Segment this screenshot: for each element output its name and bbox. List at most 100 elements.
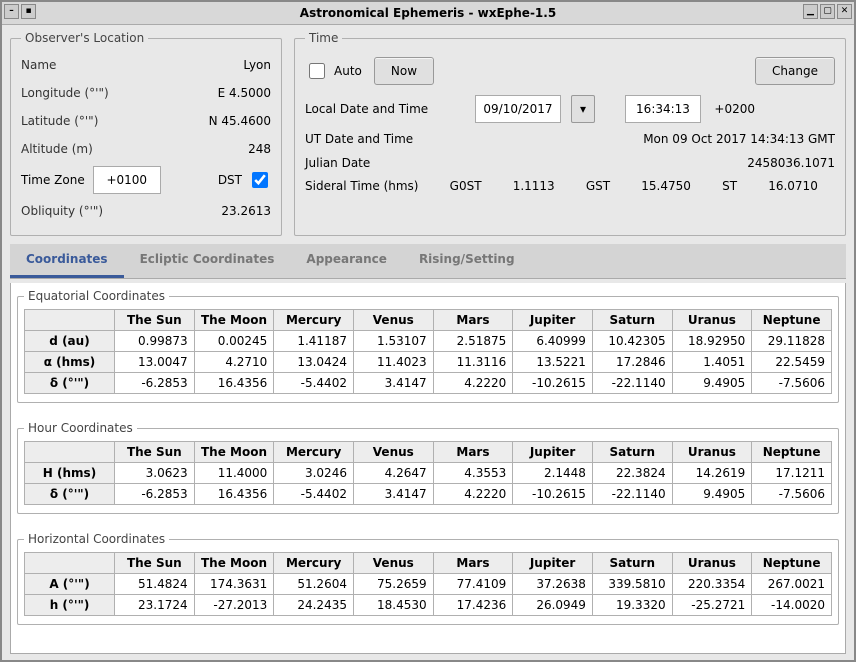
table-header: Uranus <box>672 553 752 574</box>
table-cell: 4.2220 <box>433 484 513 505</box>
tab-coordinates[interactable]: Coordinates <box>10 244 124 278</box>
table-cell: 4.2220 <box>433 373 513 394</box>
maximize-icon[interactable]: ▢ <box>820 4 835 19</box>
table-cell: 14.2619 <box>672 463 752 484</box>
row-header: δ (°'") <box>25 373 115 394</box>
tabs-header: Coordinates Ecliptic Coordinates Appeara… <box>10 244 846 279</box>
julian-date-label: Julian Date <box>305 156 370 170</box>
table-header: Venus <box>353 442 433 463</box>
table-cell: 19.3320 <box>592 595 672 616</box>
table-cell: 1.53107 <box>353 331 433 352</box>
table-row: A (°'")51.4824174.363151.260475.265977.4… <box>25 574 832 595</box>
table-cell: 16.4356 <box>194 484 274 505</box>
ut-datetime-label: UT Date and Time <box>305 132 413 146</box>
st-label: ST <box>722 179 754 193</box>
table-cell: -22.1140 <box>592 484 672 505</box>
table-cell: 11.4023 <box>353 352 433 373</box>
minimize-icon[interactable]: ▁ <box>803 4 818 19</box>
table-row: δ (°'")-6.285316.4356-5.44023.41474.2220… <box>25 484 832 505</box>
table-header: The Moon <box>194 442 274 463</box>
now-button[interactable]: Now <box>374 57 434 85</box>
longitude-label: Longitude (°'") <box>21 86 109 100</box>
table-header: The Moon <box>194 310 274 331</box>
name-label: Name <box>21 58 56 72</box>
table-header: Saturn <box>592 553 672 574</box>
table-cell: -10.2615 <box>513 373 593 394</box>
table-header: The Sun <box>115 442 195 463</box>
table-cell: 75.2659 <box>353 574 433 595</box>
table-header: The Sun <box>115 310 195 331</box>
table-cell: 1.4051 <box>672 352 752 373</box>
table-cell: 16.4356 <box>194 373 274 394</box>
table-row: α (hms)13.00474.271013.042411.402311.311… <box>25 352 832 373</box>
table-header: Jupiter <box>513 442 593 463</box>
tab-appearance[interactable]: Appearance <box>290 244 403 278</box>
table-header: Mercury <box>274 442 354 463</box>
g0st-value: 1.1113 <box>513 179 572 193</box>
app-window: – ▪ Astronomical Ephemeris - wxEphe-1.5 … <box>0 0 856 662</box>
time-input[interactable] <box>625 95 701 123</box>
table-cell: 2.1448 <box>513 463 593 484</box>
horizontal-table: The SunThe MoonMercuryVenusMarsJupiterSa… <box>24 552 832 616</box>
window-menu-icon[interactable]: – <box>4 4 19 19</box>
table-header: Saturn <box>592 442 672 463</box>
equatorial-legend: Equatorial Coordinates <box>24 289 169 303</box>
time-group: Time Auto Now Change Local Date and Time <box>294 31 846 236</box>
table-cell: -14.0020 <box>752 595 832 616</box>
table-row: H (hms)3.062311.40003.02464.26474.35532.… <box>25 463 832 484</box>
table-cell: 0.00245 <box>194 331 274 352</box>
table-header: Neptune <box>752 310 832 331</box>
titlebar: – ▪ Astronomical Ephemeris - wxEphe-1.5 … <box>2 2 854 25</box>
table-cell: -27.2013 <box>194 595 274 616</box>
dst-checkbox[interactable] <box>252 172 268 188</box>
table-header: Uranus <box>672 442 752 463</box>
table-header: Neptune <box>752 553 832 574</box>
horizontal-legend: Horizontal Coordinates <box>24 532 169 546</box>
st-value: 16.0710 <box>768 179 835 193</box>
table-cell: 10.42305 <box>592 331 672 352</box>
table-header: Mars <box>433 310 513 331</box>
auto-label: Auto <box>334 64 362 78</box>
date-dropdown-button[interactable]: ▾ <box>571 95 595 123</box>
auto-checkbox[interactable] <box>309 63 325 79</box>
table-row: d (au)0.998730.002451.411871.531072.5187… <box>25 331 832 352</box>
hour-table: The SunThe MoonMercuryVenusMarsJupiterSa… <box>24 441 832 505</box>
table-header: Mercury <box>274 310 354 331</box>
table-header: Mars <box>433 553 513 574</box>
tab-ecliptic[interactable]: Ecliptic Coordinates <box>124 244 291 278</box>
change-button[interactable]: Change <box>755 57 835 85</box>
table-header: Neptune <box>752 442 832 463</box>
table-row: h (°'")23.1724-27.201324.243518.453017.4… <box>25 595 832 616</box>
table-cell: 174.3631 <box>194 574 274 595</box>
row-header: h (°'") <box>25 595 115 616</box>
longitude-value: E 4.5000 <box>218 86 271 100</box>
table-row: δ (°'")-6.285316.4356-5.44023.41474.2220… <box>25 373 832 394</box>
table-cell: -10.2615 <box>513 484 593 505</box>
observers-location-legend: Observer's Location <box>21 31 148 45</box>
date-input[interactable] <box>475 95 561 123</box>
table-cell: -5.4402 <box>274 373 354 394</box>
latitude-label: Latitude (°'") <box>21 114 98 128</box>
table-header: Uranus <box>672 310 752 331</box>
sideral-time-label: Sideral Time (hms) <box>305 179 436 193</box>
time-legend: Time <box>305 31 342 45</box>
table-cell: 17.2846 <box>592 352 672 373</box>
table-cell: 4.2710 <box>194 352 274 373</box>
tz-offset-value: +0200 <box>711 102 755 116</box>
table-cell: 51.4824 <box>115 574 195 595</box>
table-cell: 1.41187 <box>274 331 354 352</box>
obliquity-value: 23.2613 <box>221 204 271 218</box>
table-cell: 13.0424 <box>274 352 354 373</box>
table-cell: 0.99873 <box>115 331 195 352</box>
timezone-input[interactable] <box>93 166 161 194</box>
table-cell: 9.4905 <box>672 373 752 394</box>
table-header: The Sun <box>115 553 195 574</box>
table-cell: 29.11828 <box>752 331 832 352</box>
julian-date-value: 2458036.1071 <box>747 156 835 170</box>
tab-rising[interactable]: Rising/Setting <box>403 244 531 278</box>
table-cell: 26.0949 <box>513 595 593 616</box>
table-cell: 13.0047 <box>115 352 195 373</box>
window-sticky-icon[interactable]: ▪ <box>21 4 36 19</box>
horizontal-group: Horizontal Coordinates The SunThe MoonMe… <box>17 532 839 625</box>
close-icon[interactable]: ✕ <box>837 4 852 19</box>
